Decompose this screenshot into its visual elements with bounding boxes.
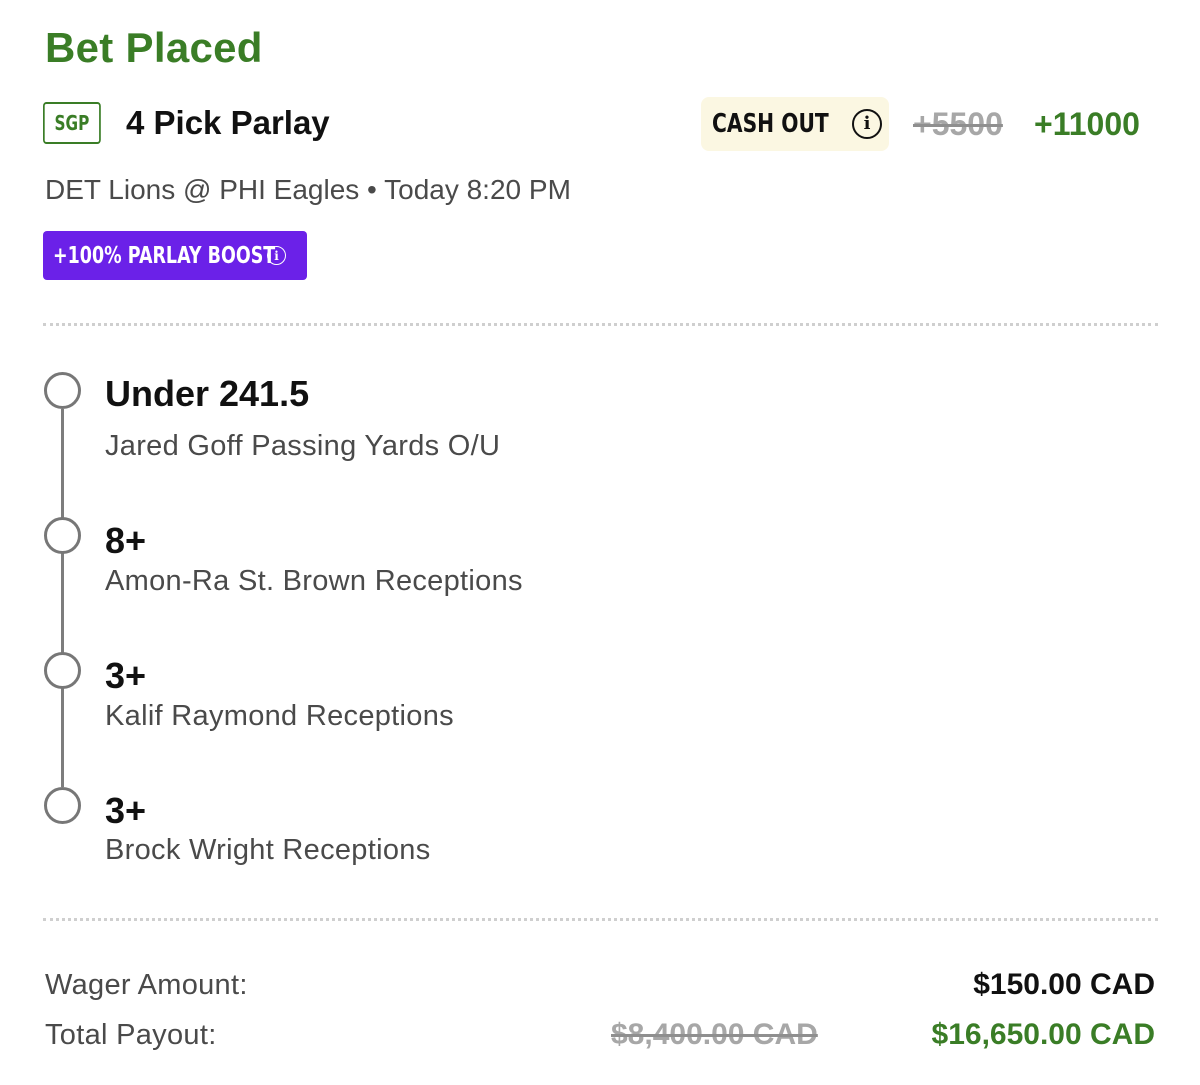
leg-market: Kalif Raymond Receptions: [105, 700, 454, 732]
total-payout-label: Total Payout:: [45, 1019, 217, 1051]
original-payout: $8,400.00 CAD: [611, 1018, 818, 1051]
leg-market: Brock Wright Receptions: [105, 834, 431, 866]
info-icon[interactable]: i: [852, 109, 882, 139]
page-title: Bet Placed: [45, 24, 263, 71]
cash-out-button[interactable]: CASH OUT i: [701, 97, 889, 151]
leg-market: Amon-Ra St. Brown Receptions: [105, 565, 523, 597]
cash-out-label: CASH OUT: [712, 109, 829, 139]
original-odds: +5500: [913, 106, 1003, 142]
radio-circle-icon: [44, 517, 81, 554]
radio-circle-icon: [44, 372, 81, 409]
game-matchup: DET Lions @ PHI Eagles • Today 8:20 PM: [45, 174, 571, 205]
timeline-connector: [61, 409, 64, 787]
radio-circle-icon: [44, 652, 81, 689]
parlay-boost-badge[interactable]: +100% PARLAY BOOST i: [43, 231, 307, 280]
divider: [43, 323, 1158, 326]
leg-pick: Under 241.5: [105, 373, 310, 414]
leg-pick: 3+: [105, 790, 147, 831]
wager-amount-label: Wager Amount:: [45, 969, 248, 1001]
boosted-odds: +11000: [1034, 106, 1140, 142]
boosted-payout: $16,650.00 CAD: [931, 1018, 1155, 1051]
leg-market: Jared Goff Passing Yards O/U: [105, 430, 501, 462]
leg-pick: 8+: [105, 520, 147, 561]
parlay-boost-label: +100% PARLAY BOOST: [53, 242, 276, 269]
leg-pick: 3+: [105, 655, 147, 696]
bet-type-label: 4 Pick Parlay: [126, 104, 330, 141]
radio-circle-icon: [44, 787, 81, 824]
divider: [43, 918, 1158, 921]
wager-amount-value: $150.00 CAD: [973, 968, 1155, 1001]
sgp-badge: SGP: [43, 102, 101, 144]
bet-slip: Bet Placed SGP 4 Pick Parlay CASH OUT i …: [0, 0, 1200, 1085]
